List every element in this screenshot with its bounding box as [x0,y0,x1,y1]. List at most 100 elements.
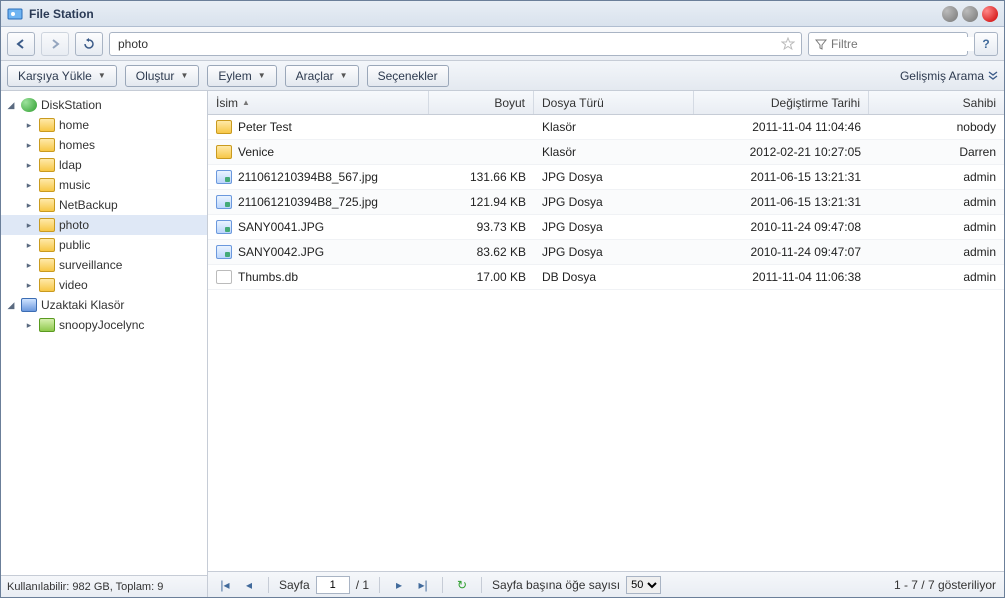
sidebar-status: Kullanılabilir: 982 GB, Toplam: 9 [1,575,207,597]
advanced-search-label: Gelişmiş Arama [900,69,984,83]
collapse-icon[interactable]: ◢ [5,100,17,111]
help-button[interactable]: ? [974,32,998,56]
computer-icon [21,298,37,312]
file-type: DB Dosya [534,270,694,284]
minimize-button[interactable] [942,6,958,22]
table-row[interactable]: Venice Klasör2012-02-21 10:27:05Darren [208,140,1004,165]
close-button[interactable] [982,6,998,22]
file-name: SANY0041.JPG [238,220,324,234]
tree-item-video[interactable]: ▸ video [1,275,207,295]
expand-icon[interactable]: ▸ [23,220,35,231]
folder-tree: ◢ DiskStation ▸home▸homes▸ldap▸music▸Net… [1,91,207,575]
app-icon [7,6,23,22]
file-date: 2011-06-15 13:21:31 [694,170,869,184]
file-size: 121.94 KB [429,195,534,209]
expand-icon[interactable]: ▸ [23,260,35,271]
filter-field-wrapper [808,32,968,56]
file-name: Venice [238,145,274,159]
file-name: Thumbs.db [238,270,298,284]
chevron-down-icon: ▼ [258,71,266,80]
file-owner: admin [869,170,1004,184]
refresh-button[interactable] [75,32,103,56]
file-date: 2011-06-15 13:21:31 [694,195,869,209]
tools-button[interactable]: Araçlar▼ [285,65,359,87]
table-row[interactable]: SANY0041.JPG 93.73 KBJPG Dosya2010-11-24 … [208,215,1004,240]
next-page-button[interactable]: ▸ [390,576,408,594]
forward-button[interactable] [41,32,69,56]
tree-item-NetBackup[interactable]: ▸NetBackup [1,195,207,215]
refresh-page-button[interactable]: ↻ [453,576,471,594]
first-page-button[interactable]: |◂ [216,576,234,594]
col-size[interactable]: Boyut [429,91,534,114]
path-field-wrapper [109,32,802,56]
tree-item-public[interactable]: ▸public [1,235,207,255]
file-date: 2010-11-24 09:47:08 [694,220,869,234]
create-button[interactable]: Oluştur▼ [125,65,200,87]
table-row[interactable]: Thumbs.db17.00 KBDB Dosya2011-11-04 11:0… [208,265,1004,290]
titlebar: File Station [1,1,1004,27]
table-row[interactable]: 211061210394B8_725.jpg121.94 KBJPG Dosya… [208,190,1004,215]
file-owner: Darren [869,145,1004,159]
grid-header: İsim▲ Boyut Dosya Türü Değiştirme Tarihi… [208,91,1004,115]
expand-icon[interactable]: ▸ [23,200,35,211]
tree-item-homes[interactable]: ▸homes [1,135,207,155]
expand-icon[interactable]: ▸ [23,140,35,151]
folder-icon [39,258,55,272]
col-name[interactable]: İsim▲ [208,91,429,114]
pager: |◂ ◂ Sayfa / 1 ▸ ▸| ↻ Sayfa başına öğe s… [208,571,1004,597]
chevron-down-icon: ▼ [340,71,348,80]
file-type: JPG Dosya [534,220,694,234]
expand-icon[interactable]: ▸ [23,240,35,251]
col-modified[interactable]: Değiştirme Tarihi [694,91,869,114]
favorite-icon[interactable] [781,37,795,51]
advanced-search-link[interactable]: Gelişmiş Arama [900,69,998,83]
tree-item-surveillance[interactable]: ▸surveillance [1,255,207,275]
tree-label: home [59,118,89,132]
back-button[interactable] [7,32,35,56]
tree-root-remote[interactable]: ◢ Uzaktaki Klasör [1,295,207,315]
last-page-button[interactable]: ▸| [414,576,432,594]
tree-item-home[interactable]: ▸ home [1,115,207,135]
expand-icon[interactable]: ▸ [23,160,35,171]
showing-label: 1 - 7 / 7 gösteriliyor [894,578,996,592]
path-input[interactable] [118,33,777,55]
options-button[interactable]: Seçenekler [367,65,449,87]
sidebar: ◢ DiskStation ▸home▸homes▸ldap▸music▸Net… [1,91,208,597]
table-row[interactable]: Peter TestKlasör2011-11-04 11:04:46nobod… [208,115,1004,140]
file-owner: admin [869,270,1004,284]
page-input[interactable] [316,576,350,594]
per-page-label: Sayfa başına öğe sayısı [492,578,620,592]
col-type[interactable]: Dosya Türü [534,91,694,114]
image-file-icon [216,245,232,259]
upload-button[interactable]: Karşıya Yükle▼ [7,65,117,87]
file-owner: admin [869,245,1004,259]
file-size: 83.62 KB [429,245,534,259]
collapse-icon[interactable]: ◢ [5,300,17,311]
table-row[interactable]: 211061210394B8_567.jpg131.66 KBJPG Dosya… [208,165,1004,190]
action-button[interactable]: Eylem▼ [207,65,276,87]
chevron-down-icon: ▼ [180,71,188,80]
tree-item-photo[interactable]: ▸photo [1,215,207,235]
prev-page-button[interactable]: ◂ [240,576,258,594]
tree-root-diskstation[interactable]: ◢ DiskStation [1,95,207,115]
col-owner[interactable]: Sahibi [869,91,1004,114]
maximize-button[interactable] [962,6,978,22]
per-page-select[interactable]: 50 [626,576,661,594]
tree-label: music [59,178,90,192]
expand-icon[interactable]: ▸ [23,120,35,131]
tree-item-music[interactable]: ▸ music [1,175,207,195]
tree-item-ldap[interactable]: ▸ldap [1,155,207,175]
folder-icon [39,238,55,252]
table-row[interactable]: SANY0042.JPG83.62 KBJPG Dosya2010-11-24 … [208,240,1004,265]
filter-input[interactable] [831,37,986,51]
file-size: 93.73 KB [429,220,534,234]
tree-item-snoopyJocelync[interactable]: ▸snoopyJocelync [1,315,207,335]
tree-label: video [59,278,88,292]
expand-icon[interactable]: ▸ [23,180,35,191]
expand-icon[interactable]: ▸ [23,320,35,331]
expand-icon[interactable]: ▸ [23,280,35,291]
file-type: Klasör [534,145,694,159]
file-date: 2012-02-21 10:27:05 [694,145,869,159]
file-owner: admin [869,220,1004,234]
folder-icon [39,158,55,172]
